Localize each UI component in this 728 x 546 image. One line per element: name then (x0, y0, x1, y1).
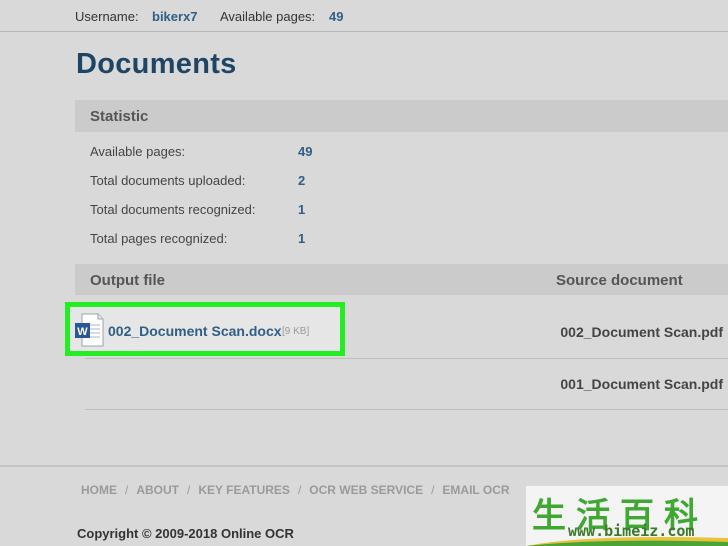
username-label: Username: (75, 9, 139, 24)
stat-label-docs-recognized: Total documents recognized: (90, 202, 256, 217)
stat-value-docs-uploaded: 2 (298, 173, 306, 188)
footer-link-email-ocr[interactable]: EMAIL OCR (442, 483, 509, 497)
footer-link-about[interactable]: ABOUT (136, 483, 179, 497)
output-file-size: [9 KB] (282, 326, 310, 337)
stat-label-available-pages: Available pages: (90, 144, 186, 159)
watermark-logo: 生活百科 www.bimeiz.com (526, 486, 728, 546)
row-divider (85, 358, 728, 359)
source-document-1: 002_Document Scan.pdf (560, 324, 723, 340)
footer-link-ocr-web-service[interactable]: OCR WEB SERVICE (309, 483, 423, 497)
username-value[interactable]: bikerx7 (152, 9, 198, 24)
output-file-link[interactable]: 002_Document Scan.docx (108, 323, 282, 339)
svg-text:W: W (77, 326, 88, 338)
footer-link-home[interactable]: HOME (81, 483, 117, 497)
stat-label-docs-uploaded: Total documents uploaded: (90, 173, 246, 188)
account-bar: Username: bikerx7 Available pages: 49 (0, 0, 728, 32)
col-source-document: Source document (556, 272, 683, 289)
footer-divider (0, 465, 728, 467)
statistic-heading: Statistic (90, 108, 149, 125)
stat-label-pages-recognized: Total pages recognized: (90, 231, 228, 246)
page-title: Documents (76, 48, 237, 80)
watermark-swoosh-icon (526, 537, 728, 546)
source-document-2: 001_Document Scan.pdf (560, 376, 723, 392)
statistic-header: Statistic (75, 100, 728, 132)
footer-nav: HOME / ABOUT / KEY FEATURES / OCR WEB SERVICE /… (81, 483, 510, 497)
available-pages-label: Available pages: (220, 9, 316, 24)
word-doc-icon[interactable]: W (74, 313, 104, 347)
stat-value-pages-recognized: 1 (298, 231, 306, 246)
files-table-header: Output file Source document (75, 264, 728, 295)
footer-link-key-features[interactable]: KEY FEATURES (198, 483, 290, 497)
row-divider (85, 409, 728, 410)
copyright: Copyright © 2009-2018 Online OCR (77, 526, 294, 541)
stat-value-available-pages: 49 (298, 144, 313, 159)
stat-value-docs-recognized: 1 (298, 202, 306, 217)
col-output-file: Output file (90, 272, 165, 289)
available-pages-value: 49 (329, 9, 344, 24)
